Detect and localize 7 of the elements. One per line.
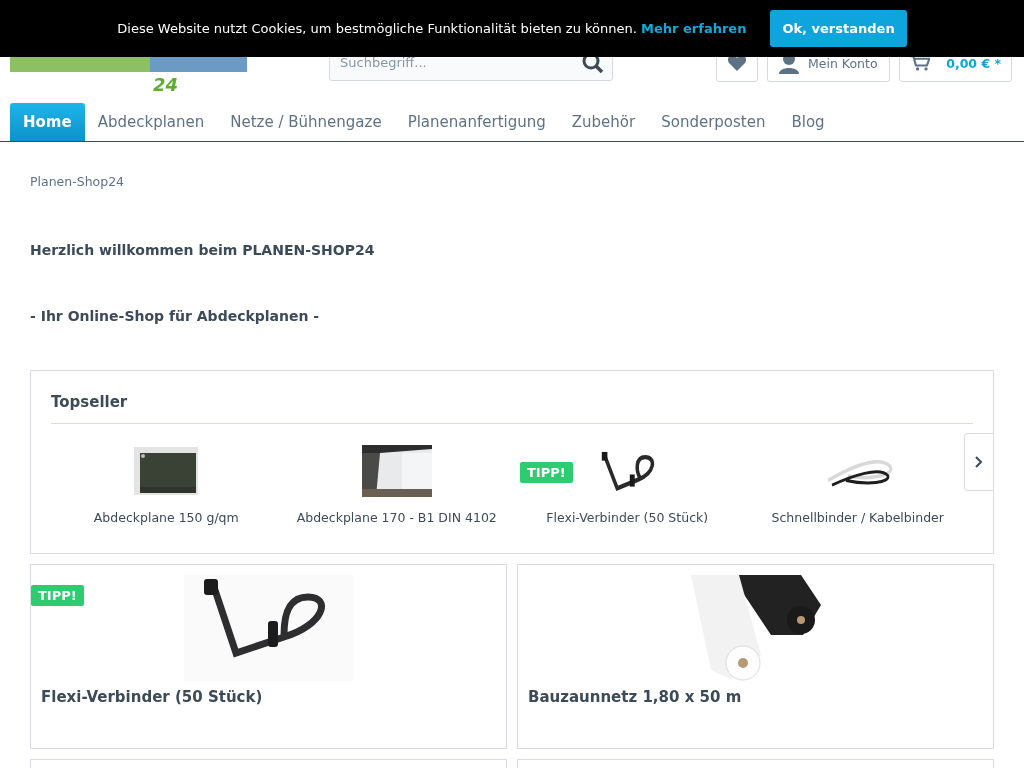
welcome-subheading: - Ihr Online-Shop für Abdeckplanen - xyxy=(30,308,321,324)
topseller-title: Topseller xyxy=(51,371,973,424)
logo-number: 24 xyxy=(153,74,179,95)
welcome-heading: Herzlich willkommen beim PLANEN-SHOP24 xyxy=(30,242,376,258)
tip-badge: TIPP! xyxy=(31,585,84,606)
tip-badge: TIPP! xyxy=(520,462,573,483)
cookie-notice: Diese Website nutzt Cookies, um bestmögliche Funktionalität bieten zu können. Mehr erfahren xyxy=(117,21,747,36)
